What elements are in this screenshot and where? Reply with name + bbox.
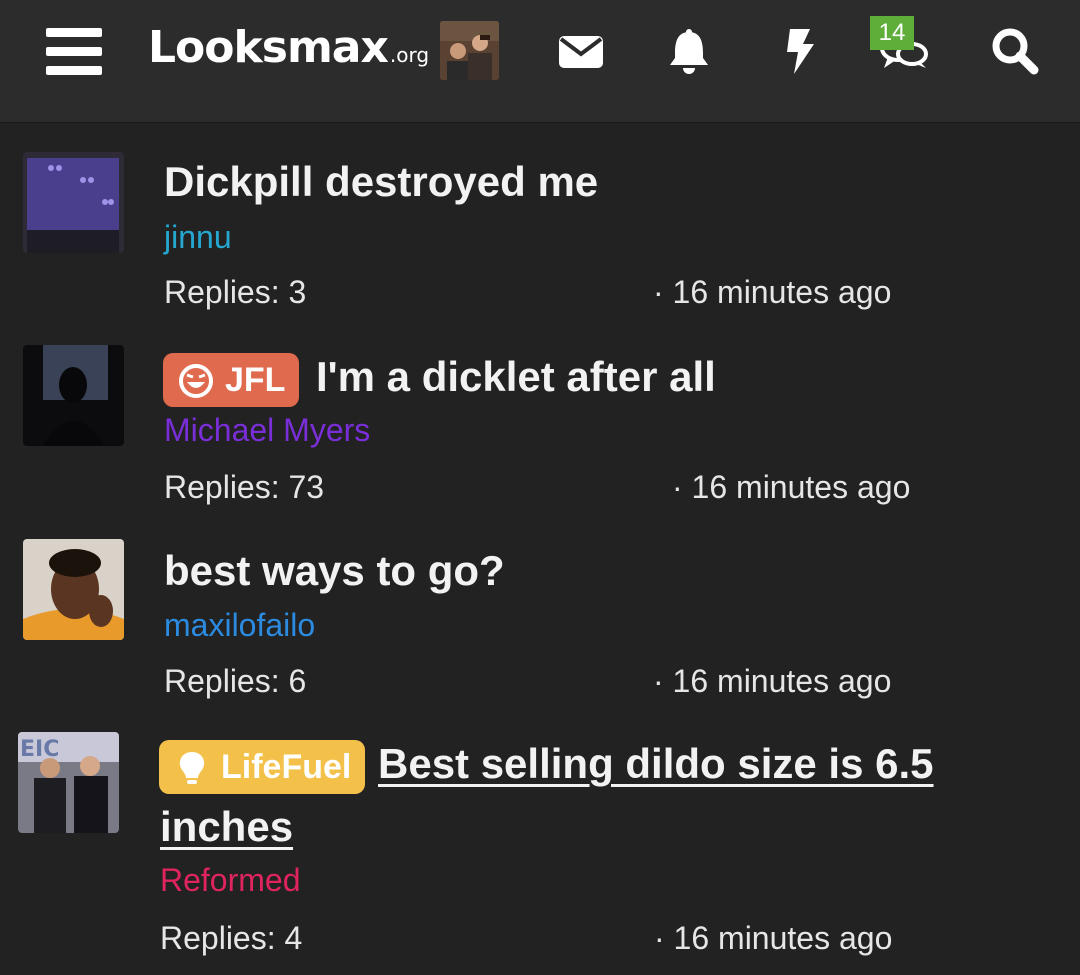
reply-count: Replies: 6 (164, 663, 307, 699)
thread-prefix-badge[interactable]: JFL (163, 353, 300, 407)
last-post-time[interactable]: · 16 minutes ago (653, 663, 891, 700)
last-post-time[interactable]: · 16 minutes ago (672, 469, 910, 506)
thread-title[interactable]: I'm a dicklet after all (316, 353, 716, 401)
top-navigation-bar: Looksmax .org 14 (0, 0, 1080, 123)
bell-icon[interactable] (664, 26, 714, 76)
lightning-icon[interactable] (776, 26, 826, 76)
laughing-face-icon (179, 364, 213, 398)
last-post-time[interactable]: · 16 minutes ago (653, 274, 891, 311)
thread-title[interactable]: best ways to go? (164, 547, 505, 595)
envelope-icon[interactable] (556, 26, 606, 76)
user-avatar[interactable] (440, 21, 499, 80)
thread-item: Dickpill destroyed me jinnu Replies: 3 ·… (0, 123, 1080, 323)
prefix-label: LifeFuel (221, 748, 352, 786)
lightbulb-icon (179, 752, 205, 784)
thread-author[interactable]: Reformed (160, 862, 301, 899)
thread-author[interactable]: maxilofailo (164, 607, 315, 644)
thread-author[interactable]: jinnu (164, 219, 232, 256)
thread-avatar[interactable]: EIC (18, 732, 119, 833)
thread-item: JFL I'm a dicklet after all Michael Myer… (0, 323, 1080, 518)
thread-prefix-badge[interactable]: LifeFuel (159, 740, 366, 794)
logo-suffix: .org (389, 43, 430, 67)
reply-count: Replies: 4 (160, 920, 303, 956)
thread-item: best ways to go? maxilofailo Replies: 6 … (0, 518, 1080, 718)
thread-item: EIC LifeFuel Best selling dildo size is … (0, 718, 1080, 975)
site-logo[interactable]: Looksmax .org (148, 22, 429, 82)
chat-count-badge: 14 (870, 16, 914, 50)
thread-avatar[interactable] (23, 539, 124, 640)
thread-author[interactable]: Michael Myers (164, 412, 370, 449)
thread-title[interactable]: Dickpill destroyed me (164, 158, 598, 206)
thread-title-line-1[interactable]: Best selling dildo size is 6.5 (378, 740, 934, 788)
menu-icon[interactable] (46, 28, 102, 76)
last-post-time[interactable]: · 16 minutes ago (654, 920, 892, 957)
reply-count: Replies: 3 (164, 274, 307, 310)
thread-avatar[interactable] (23, 345, 124, 446)
logo-text: Looksmax (148, 22, 389, 73)
thread-avatar[interactable] (23, 152, 124, 253)
prefix-label: JFL (225, 361, 286, 399)
svg-text:EIC: EIC (20, 737, 59, 762)
thread-title-line-2[interactable]: inches (160, 803, 293, 851)
reply-count: Replies: 73 (164, 469, 325, 505)
search-icon[interactable] (990, 26, 1040, 76)
